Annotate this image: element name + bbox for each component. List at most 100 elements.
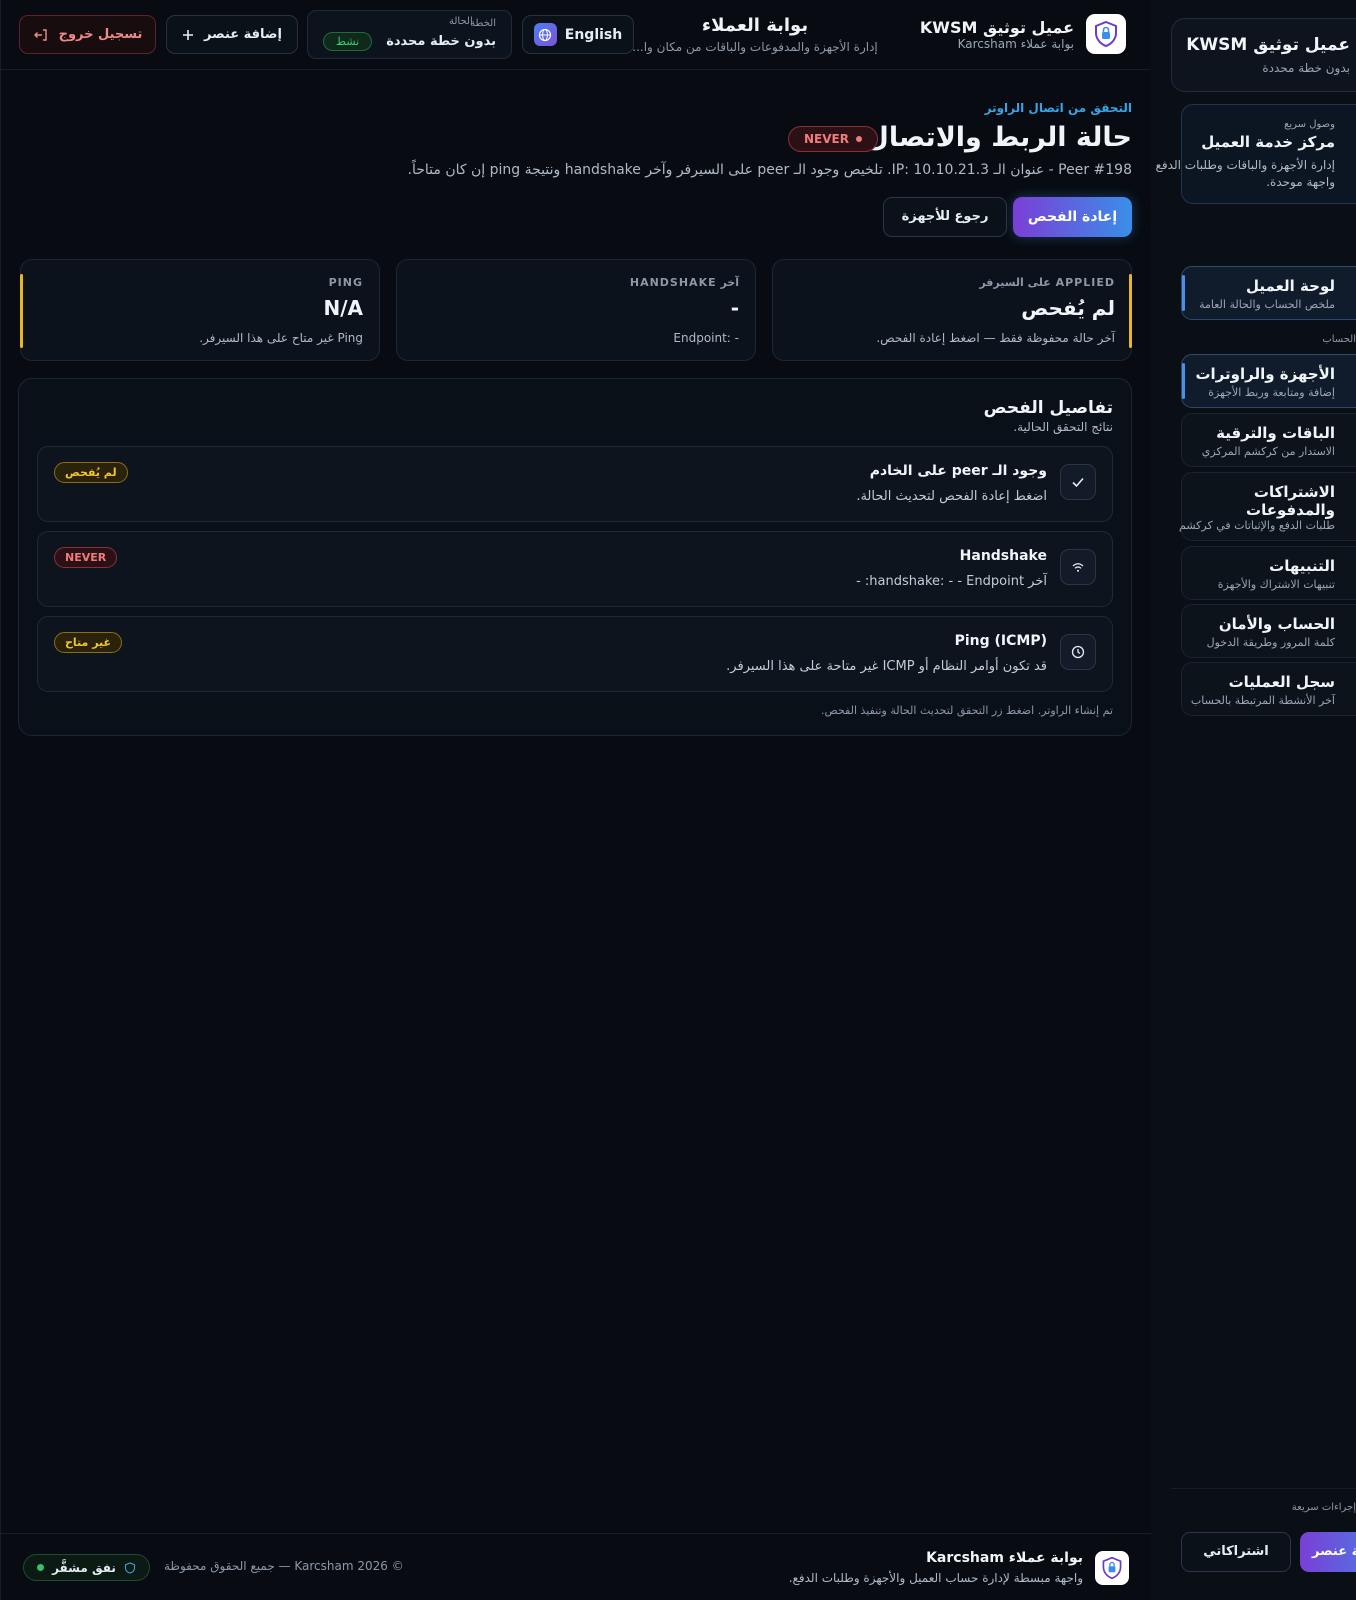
sidebar-item-sub: تنبيهات الاشتراك والأجهزة bbox=[1217, 578, 1335, 591]
sidebar-item-label: لوحة العميل bbox=[1246, 277, 1335, 295]
sidebar-item-label: سجل العمليات bbox=[1228, 673, 1335, 691]
check-row-peer: وجود الـ peer على الخادم اضغط إعادة الفح… bbox=[37, 446, 1113, 522]
connection-status-pill: NEVER bbox=[788, 126, 878, 152]
sidebar-add-item-button[interactable]: إضافة عنصر bbox=[1300, 1532, 1356, 1572]
sidebar-quick-card[interactable]: وصول سريع مركز خدمة العميل إدارة الأجهزة… bbox=[1151, 104, 1356, 204]
shield-small-icon bbox=[124, 1561, 136, 1574]
sidebar-item-label: التنبيهات bbox=[1269, 557, 1335, 575]
add-item-button[interactable]: إضافة عنصر bbox=[166, 15, 298, 54]
stat-note: آخر حالة محفوظة فقط — اضغط إعادة الفحص. bbox=[876, 331, 1115, 345]
check-badge: غير متاح bbox=[54, 632, 123, 653]
footer-title: بوابة عملاء Karcsham bbox=[926, 1550, 1083, 1566]
sidebar-item-payments[interactable]: الاشتراكات والمدفوعات طلبات الدفع والإثب… bbox=[1179, 472, 1356, 541]
check-row-handshake: Handshake آخر handshake: - - Endpoint: -… bbox=[37, 531, 1113, 607]
sidebar-item-dashboard[interactable]: لوحة العميل ملخص الحساب والحالة العامة bbox=[1181, 266, 1356, 320]
portal-heading: بوابة العملاء إدارة الأجهزة والمدفوعات و… bbox=[625, 15, 885, 56]
quick-description: إدارة الأجهزة والباقات وطلبات الدفع من و… bbox=[1151, 158, 1335, 189]
stat-card-handshake: آخر HANDSHAKE - Endpoint: - bbox=[396, 259, 756, 361]
encrypted-tunnel-badge: نفق مشفَّر bbox=[23, 1554, 150, 1581]
profile-name: عميل توثيق KWSM bbox=[1186, 35, 1350, 55]
check-title: Handshake bbox=[959, 548, 1047, 564]
stat-note: Ping غير متاح على هذا السيرفر. bbox=[199, 331, 363, 345]
copyright: © 2026 Karcsham — جميع الحقوق محفوظة bbox=[164, 1559, 404, 1573]
globe-icon bbox=[533, 23, 557, 46]
sidebar-bottom-label: إجراءات سريعة bbox=[1291, 1502, 1356, 1513]
sidebar-item-security[interactable]: الحساب والأمان كلمة المرور وطريقة الدخول bbox=[1181, 604, 1356, 658]
status-badge: نشط bbox=[323, 32, 372, 51]
stat-label: APPLIED على السيرفر bbox=[979, 276, 1115, 289]
logout-label: تسجيل خروج bbox=[58, 27, 143, 42]
clock-icon bbox=[1060, 634, 1096, 670]
sidebar-item-label: الأجهزة والراوترات bbox=[1195, 365, 1335, 383]
check-icon bbox=[1060, 464, 1096, 500]
plan-status-box: الخطة بدون خطة محددة الحالة نشط bbox=[307, 10, 512, 59]
add-item-label: إضافة عنصر bbox=[204, 27, 282, 42]
stat-card-ping: PING N/A Ping غير متاح على هذا السيرفر. bbox=[20, 259, 380, 361]
brand[interactable]: عميل توثيق KWSM بوابة عملاء Karcsham bbox=[920, 14, 1126, 54]
check-badge: لم يُفحص bbox=[54, 462, 128, 483]
back-to-devices-button[interactable]: رجوع للأجهزة bbox=[883, 197, 1007, 237]
quick-title: مركز خدمة العميل bbox=[1201, 133, 1335, 151]
details-subtitle: نتائج التحقق الحالية. bbox=[1013, 420, 1113, 434]
recheck-button[interactable]: إعادة الفحص bbox=[1013, 197, 1132, 237]
page-eyebrow: التحقق من اتصال الراوتر bbox=[984, 101, 1132, 115]
sidebar-item-sub: إضافة ومتابعة وربط الأجهزة bbox=[1208, 386, 1335, 399]
stat-label: PING bbox=[328, 276, 363, 289]
stat-value: N/A bbox=[323, 296, 363, 320]
status-label: الحالة bbox=[449, 16, 473, 27]
stat-label: آخر HANDSHAKE bbox=[629, 276, 739, 289]
plus-icon bbox=[182, 29, 194, 41]
logout-icon bbox=[33, 27, 49, 43]
brand-title: عميل توثيق KWSM bbox=[919, 17, 1074, 37]
check-title: وجود الـ peer على الخادم bbox=[869, 463, 1047, 479]
top-bar: عميل توثيق KWSM بوابة عملاء Karcsham بوا… bbox=[1, 0, 1150, 70]
check-details-panel: تفاصيل الفحص نتائج التحقق الحالية. وجود … bbox=[18, 378, 1132, 736]
sidebar-profile-card[interactable]: عميل توثيق KWSM بدون خطة محددة bbox=[1171, 18, 1356, 92]
page-description: Peer #198 - عنوان الـ IP: 10.10.21.3. تل… bbox=[407, 162, 1132, 178]
logout-button[interactable]: تسجيل خروج bbox=[19, 15, 156, 54]
status-pill-label: NEVER bbox=[804, 132, 849, 146]
quick-eyebrow: وصول سريع bbox=[1284, 119, 1335, 130]
sidebar-item-sub: ملخص الحساب والحالة العامة bbox=[1199, 298, 1335, 311]
sidebar-item-label: الاشتراكات والمدفوعات bbox=[1246, 483, 1335, 519]
sidebar-item-label: الباقات والترقية bbox=[1216, 424, 1335, 442]
sidebar-item-sub: آخر الأنشطة المرتبطة بالحساب bbox=[1190, 694, 1335, 707]
stat-note: Endpoint: - bbox=[673, 331, 739, 345]
check-badge: NEVER bbox=[54, 547, 118, 568]
brand-subtitle: بوابة عملاء Karcsham bbox=[957, 36, 1074, 51]
stat-value: لم يُفحص bbox=[1021, 296, 1115, 320]
sidebar-item-devices[interactable]: الأجهزة والراوترات إضافة ومتابعة وربط ال… bbox=[1181, 354, 1356, 408]
wifi-icon bbox=[1060, 549, 1096, 585]
check-description: آخر handshake: - - Endpoint: - bbox=[856, 574, 1047, 589]
sidebar-item-label: الحساب والأمان bbox=[1218, 615, 1335, 633]
sidebar: عميل توثيق KWSM بدون خطة محددة وصول سريع… bbox=[1151, 0, 1356, 1600]
page-title: حالة الربط والاتصال bbox=[865, 122, 1132, 153]
sidebar-item-activity-log[interactable]: سجل العمليات آخر الأنشطة المرتبطة بالحسا… bbox=[1181, 662, 1356, 716]
my-subscriptions-button[interactable]: اشتراكاتي bbox=[1181, 1532, 1291, 1572]
details-title: تفاصيل الفحص bbox=[983, 398, 1113, 418]
sidebar-section-label: الحساب bbox=[1322, 334, 1356, 345]
footer-subtitle: واجهة مبسطة لإدارة حساب العميل والأجهزة … bbox=[788, 1571, 1083, 1585]
sidebar-item-sub: الاستدار من كركشم المركزي bbox=[1201, 445, 1335, 458]
sidebar-item-sub: طلبات الدفع والإثباتات في كركشم bbox=[1179, 519, 1335, 532]
plan-label: الخطة bbox=[470, 18, 496, 29]
sidebar-item-sub: كلمة المرور وطريقة الدخول bbox=[1206, 636, 1335, 649]
details-footnote: تم إنشاء الراوتر. اضغط زر التحقق لتحديث … bbox=[820, 704, 1113, 717]
check-title: Ping (ICMP) bbox=[954, 633, 1047, 649]
check-description: قد تكون أوامر النظام أو ICMP غير متاحة ع… bbox=[726, 659, 1047, 674]
main-content: عميل توثيق KWSM بوابة عملاء Karcsham بوا… bbox=[0, 0, 1151, 1600]
language-button[interactable]: English bbox=[522, 15, 634, 54]
shield-logo-icon bbox=[1086, 14, 1126, 54]
portal-subtitle: إدارة الأجهزة والمدفوعات والباقات من مكا… bbox=[632, 40, 878, 54]
plan-value: بدون خطة محددة bbox=[386, 34, 496, 49]
portal-title: بوابة العملاء bbox=[701, 15, 809, 36]
online-dot-icon bbox=[37, 1564, 45, 1571]
stat-value: - bbox=[730, 296, 739, 320]
check-row-ping: Ping (ICMP) قد تكون أوامر النظام أو ICMP… bbox=[37, 616, 1113, 692]
status-dot-icon bbox=[855, 136, 862, 142]
shield-logo-icon bbox=[1095, 1551, 1129, 1585]
tunnel-label: نفق مشفَّر bbox=[52, 1560, 116, 1575]
sidebar-item-plans[interactable]: الباقات والترقية الاستدار من كركشم المرك… bbox=[1181, 413, 1356, 467]
stat-card-applied: APPLIED على السيرفر لم يُفحص آخر حالة مح… bbox=[772, 259, 1132, 361]
sidebar-item-alerts[interactable]: التنبيهات تنبيهات الاشتراك والأجهزة bbox=[1181, 546, 1356, 600]
